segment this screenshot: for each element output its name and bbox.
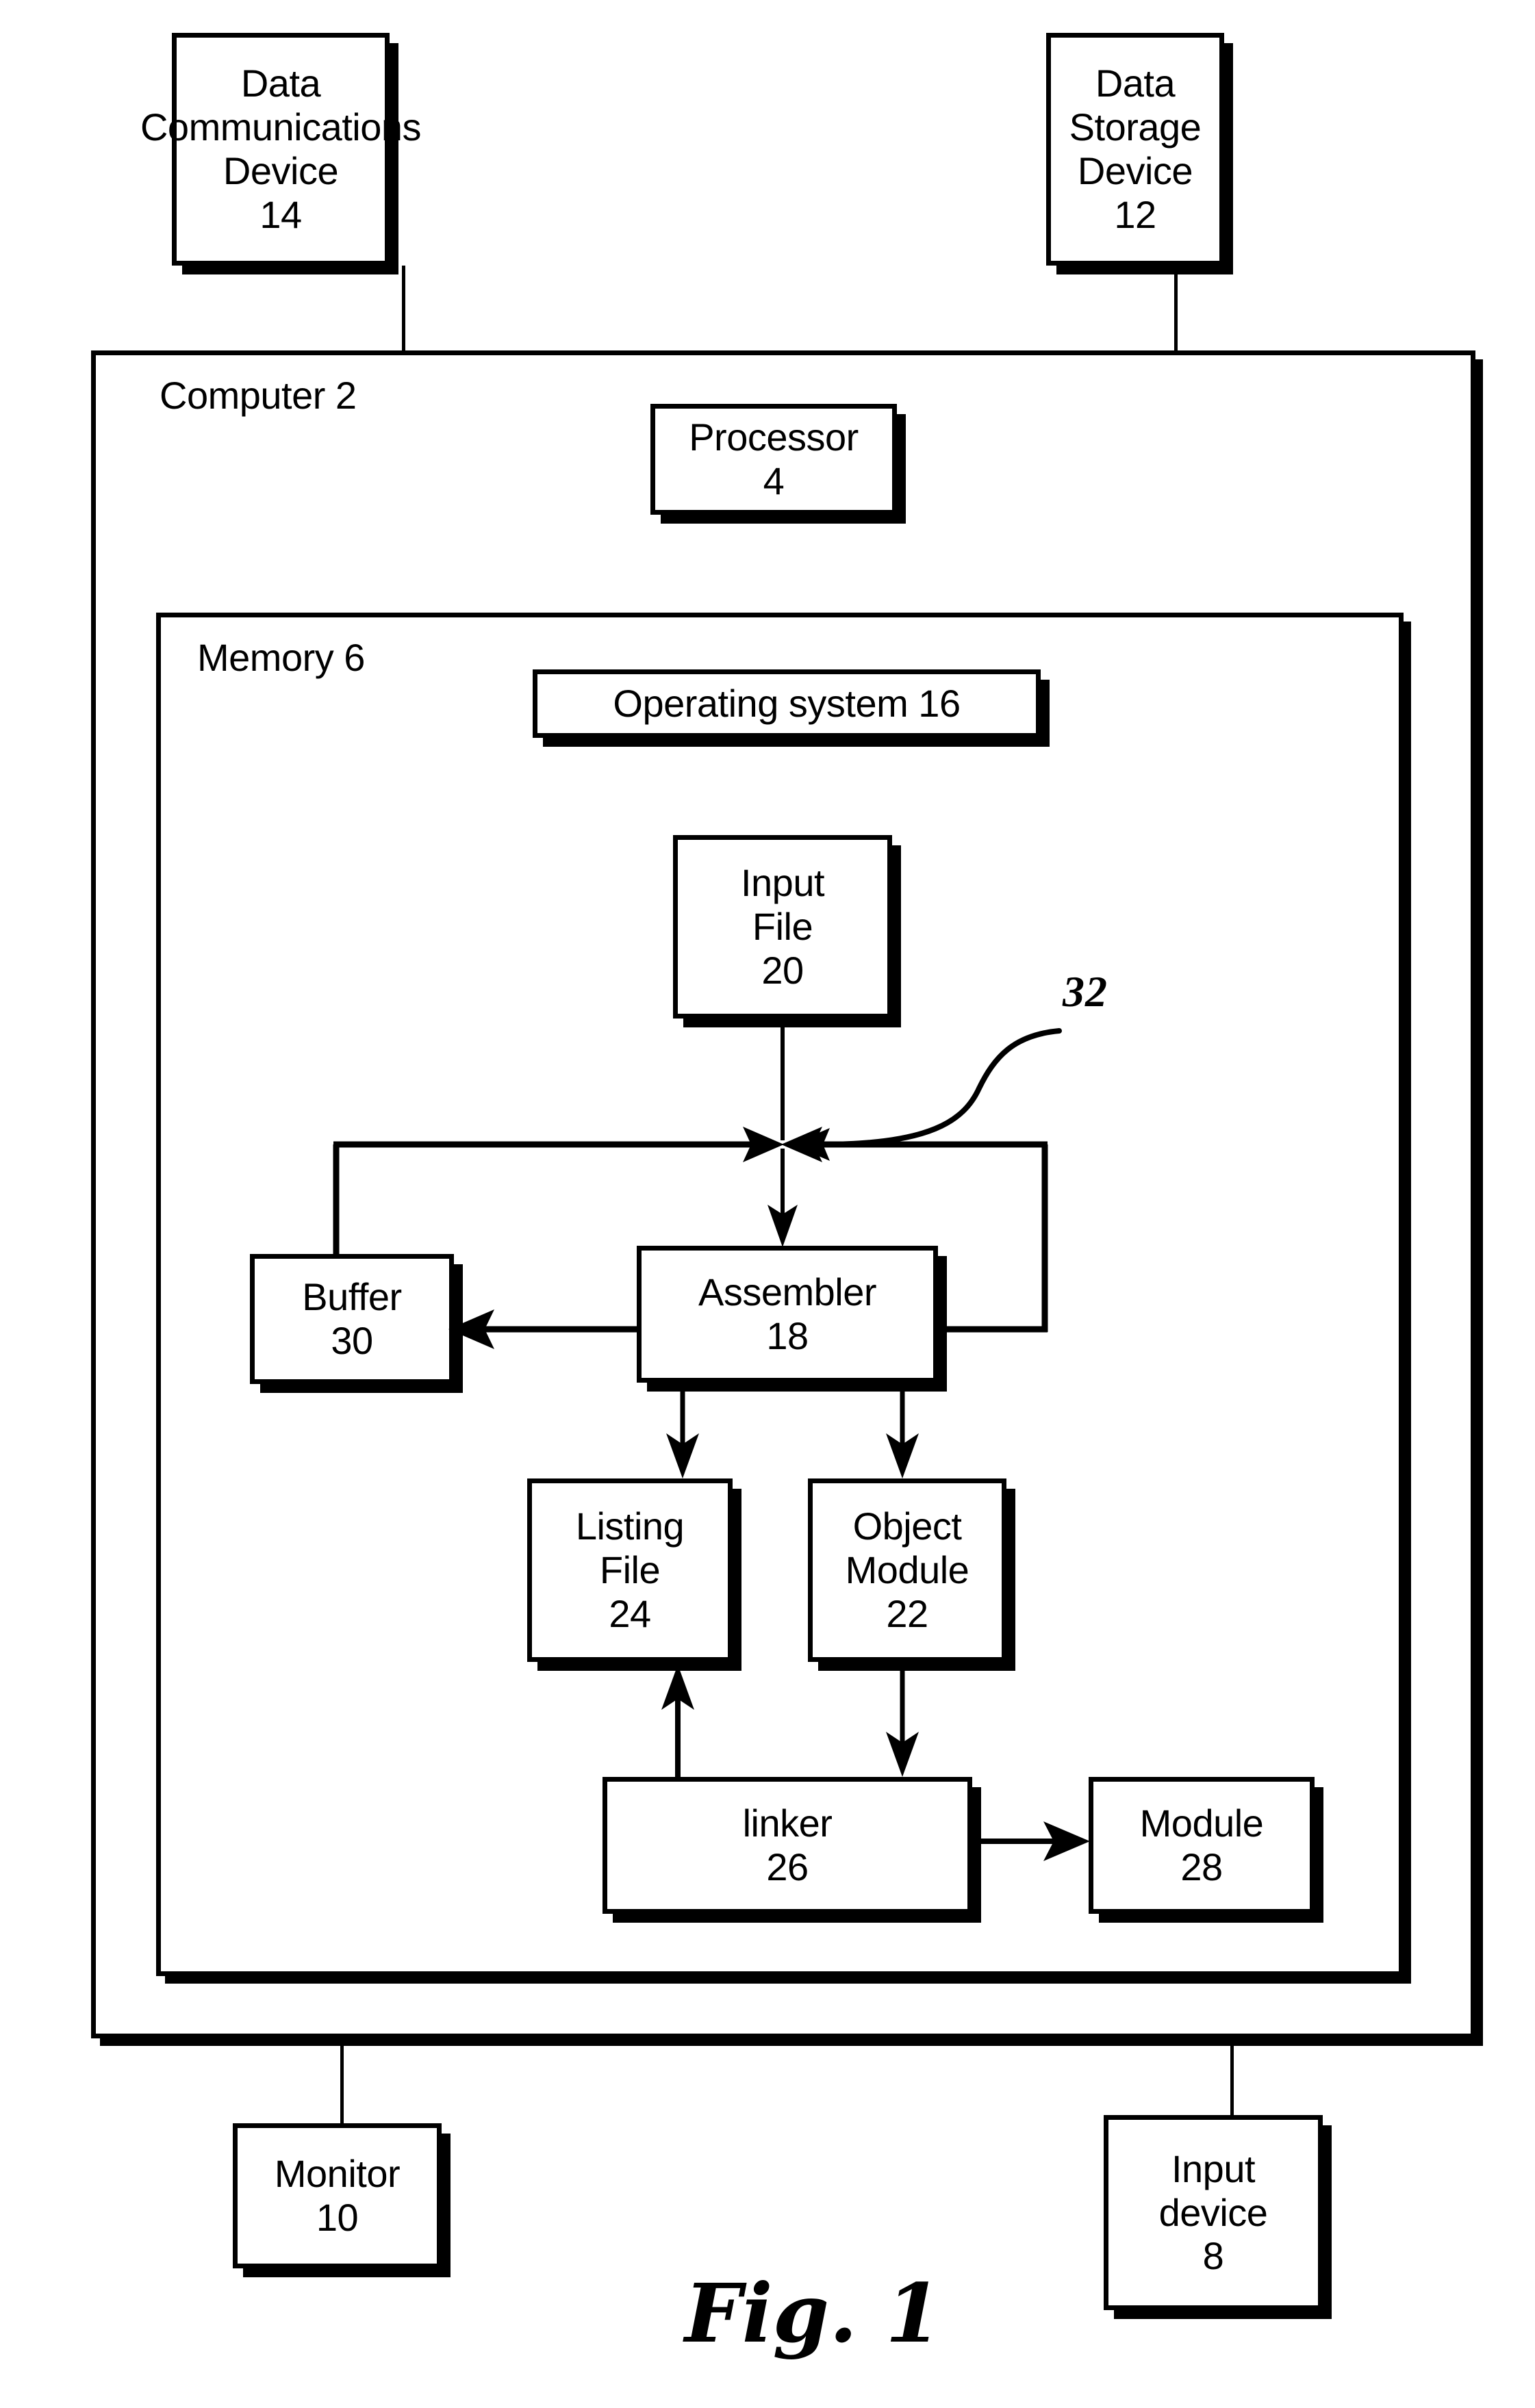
node-label: Processor 4 xyxy=(689,415,859,502)
callout-32-label: 32 xyxy=(1063,967,1108,1016)
node-operating-system: Operating system 16 xyxy=(533,669,1041,738)
node-label: Data Storage Device 12 xyxy=(1069,62,1202,236)
figure-caption: Fig. 1 xyxy=(685,2266,942,2361)
node-linker: linker 26 xyxy=(602,1777,972,1914)
node-label: Assembler 18 xyxy=(698,1270,877,1357)
node-data-communications-device: Data Communications Device 14 xyxy=(140,33,422,266)
node-processor: Processor 4 xyxy=(650,404,897,515)
memory-frame-label: Memory 6 xyxy=(197,636,365,679)
connector-datastorage-to-computer xyxy=(1174,266,1178,353)
node-label: Buffer 30 xyxy=(302,1275,402,1362)
node-listing-file: Listing File 24 xyxy=(527,1478,733,1662)
node-label: Input device 8 xyxy=(1158,2147,1268,2278)
node-label: Listing File 24 xyxy=(575,1504,685,1635)
node-label: Data Communications Device 14 xyxy=(140,62,422,236)
node-label: Input File 20 xyxy=(740,861,825,992)
node-input-file: Input File 20 xyxy=(673,835,892,1019)
figure-sheet: Data Communications Device 14 Data Stora… xyxy=(0,0,1535,2408)
connector-datacomms-to-computer xyxy=(402,266,405,353)
node-label: Operating system 16 xyxy=(613,682,961,726)
connector-computer-to-input-device xyxy=(1230,2043,1234,2125)
connector-computer-to-monitor xyxy=(340,2043,344,2125)
node-module: Module 28 xyxy=(1089,1777,1315,1914)
node-label: Module 28 xyxy=(1139,1802,1264,1888)
node-input-device: Input device 8 xyxy=(1104,2115,1323,2310)
computer-frame-label: Computer 2 xyxy=(160,374,357,417)
node-object-module: Object Module 22 xyxy=(808,1478,1006,1662)
node-monitor: Monitor 10 xyxy=(233,2123,442,2268)
node-label: linker 26 xyxy=(742,1802,833,1888)
node-data-storage-device: Data Storage Device 12 xyxy=(1046,33,1224,266)
node-label: Monitor 10 xyxy=(274,2152,401,2239)
node-buffer: Buffer 30 xyxy=(250,1254,454,1384)
node-label: Object Module 22 xyxy=(845,1504,969,1635)
node-assembler: Assembler 18 xyxy=(637,1246,938,1383)
